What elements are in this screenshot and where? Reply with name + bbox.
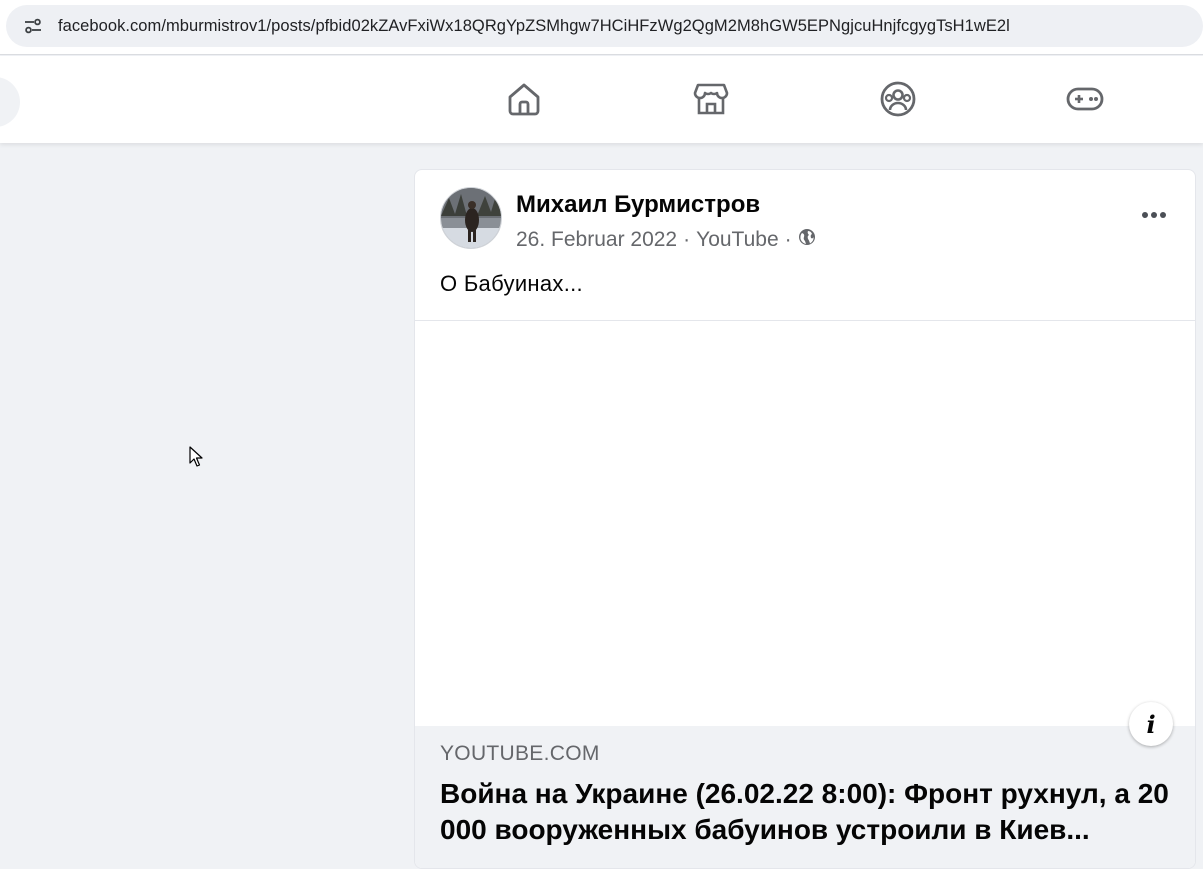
link-title[interactable]: Война на Украине (26.02.22 8:00): Фронт … <box>440 776 1170 848</box>
dot-icon <box>1160 212 1166 218</box>
groups-icon[interactable] <box>878 79 918 119</box>
meta-separator: · <box>784 228 792 251</box>
dot-icon <box>1151 212 1157 218</box>
globe-icon[interactable] <box>798 228 816 252</box>
info-button[interactable]: i <box>1129 702 1173 746</box>
dot-icon <box>1142 212 1148 218</box>
link-domain: YOUTUBE.COM <box>440 742 600 765</box>
gaming-icon[interactable] <box>1065 79 1105 119</box>
more-options-button[interactable] <box>1139 200 1169 230</box>
mouse-cursor-icon <box>189 446 203 473</box>
link-preview[interactable]: YOUTUBE.COM Война на Украине (26.02.22 8… <box>415 726 1195 868</box>
post-text: О Бабуинах... <box>440 271 583 296</box>
browser-toolbar: facebook.com/mburmistrov1/posts/pfbid02k… <box>0 0 1203 55</box>
avatar[interactable] <box>440 187 502 249</box>
url-text[interactable]: facebook.com/mburmistrov1/posts/pfbid02k… <box>58 17 1010 36</box>
home-icon[interactable] <box>504 79 544 119</box>
marketplace-icon[interactable] <box>691 79 731 119</box>
address-bar[interactable]: facebook.com/mburmistrov1/posts/pfbid02k… <box>6 5 1203 47</box>
post-date[interactable]: 26. Februar 2022 <box>516 228 677 252</box>
video-embed[interactable] <box>415 320 1195 726</box>
site-settings-icon[interactable] <box>22 15 44 37</box>
search-button[interactable] <box>0 77 20 127</box>
post-card: Михаил Бурмистров 26. Februar 2022 · You… <box>414 169 1196 869</box>
post-meta: 26. Februar 2022 · YouTube · <box>516 228 816 252</box>
post-source: YouTube <box>696 228 779 251</box>
meta-separator: · <box>683 228 691 251</box>
top-navigation <box>0 56 1203 143</box>
author-name[interactable]: Михаил Бурмистров <box>516 191 760 219</box>
